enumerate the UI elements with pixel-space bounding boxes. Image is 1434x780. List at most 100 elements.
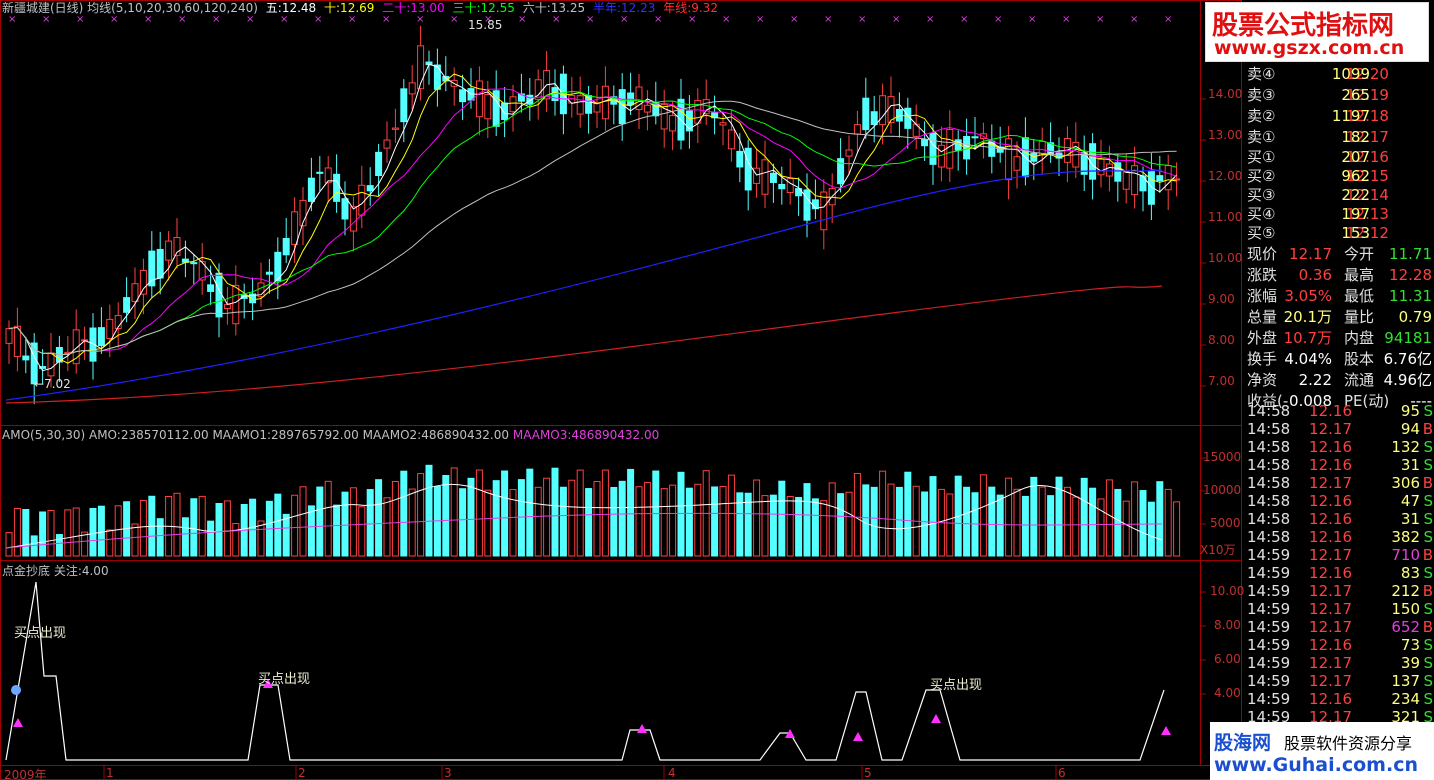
amo-title-text: AMO(5,30,30) AMO:238570112.00 MAAMO1:289… xyxy=(2,428,510,442)
tick-volume: 73 xyxy=(1400,636,1420,654)
ma60-value: 六十:13.25 xyxy=(522,1,586,15)
tick-side: S xyxy=(1423,510,1433,528)
stock-title: 新疆城建(日线) 均线(5,10,20,30,60,120,240) xyxy=(2,1,258,15)
candle-body xyxy=(1097,158,1105,176)
candle-body xyxy=(862,97,870,131)
volume-bar xyxy=(1147,501,1155,557)
tick-row: 14:59 12.17 150 S xyxy=(1242,600,1434,618)
volume-bar xyxy=(232,523,240,557)
volume-bar xyxy=(853,472,861,557)
top-marker: × xyxy=(1028,14,1036,25)
candle-body xyxy=(408,82,416,95)
tick-side: B xyxy=(1422,546,1433,564)
volume-bar xyxy=(828,482,836,557)
candle-body xyxy=(97,327,105,347)
candle-body xyxy=(358,184,366,216)
tick-time: 14:58 xyxy=(1247,402,1291,420)
volume-bar xyxy=(97,505,105,557)
candle-body xyxy=(643,104,651,113)
ma240-line xyxy=(5,285,1163,404)
candle-body xyxy=(1156,175,1164,182)
stat-label: 今开 xyxy=(1344,245,1375,263)
x-tick: 2009年 xyxy=(4,768,47,780)
volume-bar xyxy=(551,467,559,557)
tick-time: 14:59 xyxy=(1247,600,1291,618)
candle-body xyxy=(879,95,887,126)
ma120-value: 半年:12.23 xyxy=(592,1,656,15)
volume-bar xyxy=(190,498,198,557)
ask-row: 卖① 12.17 182 xyxy=(1242,128,1434,146)
volume-bar xyxy=(223,500,231,557)
volume-bar xyxy=(181,517,189,557)
candle-body xyxy=(501,102,509,120)
kline-chart-canvas[interactable]: × × × × × × × × × × × × × × × × × × × × × × × × × × × × × × × × × × × xyxy=(0,0,1242,780)
bid-label: 买② xyxy=(1247,167,1276,185)
volume-bar xyxy=(694,483,702,557)
volume-bar xyxy=(299,486,307,557)
buy-arrow-icon xyxy=(931,714,941,723)
volume-bar xyxy=(475,469,483,557)
tick-time: 14:58 xyxy=(1247,420,1291,438)
volume-bar xyxy=(576,469,584,557)
volume-bar xyxy=(643,481,651,557)
candle-body xyxy=(601,85,609,120)
volume-bar xyxy=(946,493,954,557)
tick-price: 12.17 xyxy=(1309,546,1352,564)
tick-price: 12.16 xyxy=(1309,564,1352,582)
volume-bar xyxy=(1005,477,1013,557)
volume-bar xyxy=(887,483,895,557)
chart-header: 新疆城建(日线) 均线(5,10,20,30,60,120,240) 五:12.… xyxy=(2,0,722,16)
price-tick: 7.00 xyxy=(1208,374,1235,388)
volume-bar xyxy=(685,487,693,557)
ma60-line xyxy=(8,100,1177,356)
volume-bar xyxy=(13,507,21,557)
tick-price: 12.17 xyxy=(1309,618,1352,636)
volume-bar xyxy=(568,479,576,557)
tick-price: 12.16 xyxy=(1309,636,1352,654)
volume-bar xyxy=(820,500,828,557)
volume-bar xyxy=(106,529,114,557)
candle-body xyxy=(282,237,290,256)
candle-body xyxy=(971,136,979,139)
volume-bar xyxy=(400,470,408,557)
stat-label: 涨跌 xyxy=(1247,266,1278,284)
watermark-brand: 股海网 xyxy=(1214,732,1272,754)
stat-label: 总量 xyxy=(1247,308,1278,326)
volume-bar xyxy=(349,487,357,557)
top-marker: × xyxy=(1130,14,1138,25)
volume-bar xyxy=(988,486,996,557)
volume-bar xyxy=(719,486,727,557)
candle-body xyxy=(719,122,727,126)
stat-row: 换手 4.04% 股本 6.76亿 xyxy=(1242,350,1434,368)
quote-panel: 卖⑤12.2194卖④12.201099卖③12.19265卖②12.18119… xyxy=(1242,0,1434,780)
x-tick: 2 xyxy=(298,766,306,780)
volume-bar xyxy=(215,503,223,557)
candle-body xyxy=(921,139,929,147)
candle-body xyxy=(1173,178,1181,181)
volume-bar xyxy=(753,479,761,557)
ma5-line xyxy=(8,63,1177,372)
buy-arrow-icon xyxy=(853,732,863,741)
tick-side: B xyxy=(1422,420,1433,438)
volume-bar xyxy=(324,480,332,557)
stat-row: 总量 20.1万 量比 0.79 xyxy=(1242,308,1434,326)
tick-price: 12.16 xyxy=(1309,528,1352,546)
top-marker: × xyxy=(1062,14,1070,25)
candle-body xyxy=(492,90,500,127)
amo-tick: 10000 xyxy=(1203,483,1242,497)
volume-bar xyxy=(366,489,374,557)
low-price-note: ←7.02 xyxy=(34,377,71,391)
ask-label: 卖④ xyxy=(1247,65,1276,83)
tick-time: 14:59 xyxy=(1247,654,1291,672)
volume-bar xyxy=(610,486,618,557)
volume-bar xyxy=(904,471,912,557)
candle-body xyxy=(811,199,819,210)
tick-price: 12.17 xyxy=(1309,672,1352,690)
stat-row: 外盘 10.7万 内盘 94181 xyxy=(1242,329,1434,347)
candle-body xyxy=(333,173,341,202)
volume-bar xyxy=(585,488,593,557)
volume-bar xyxy=(131,523,139,557)
tick-time: 14:58 xyxy=(1247,528,1291,546)
top-marker: × xyxy=(994,14,1002,25)
candle-body xyxy=(366,185,374,192)
